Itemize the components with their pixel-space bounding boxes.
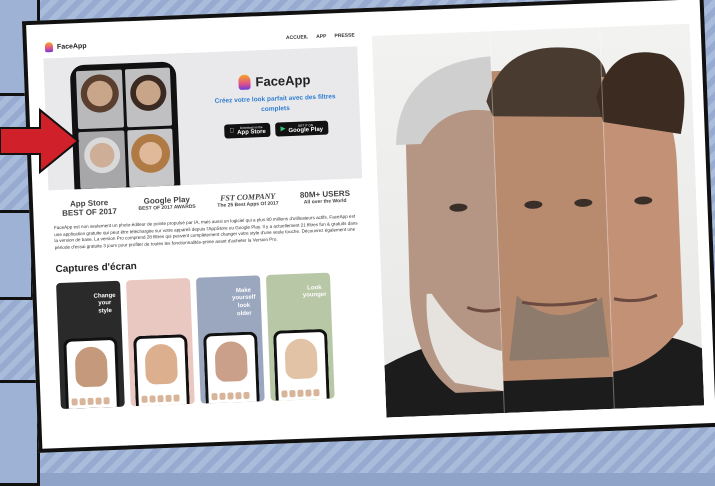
app-store-button[interactable]:  Download on theApp Store — [224, 122, 271, 139]
award-sub: All over the World — [303, 197, 347, 206]
screenshots-row: Change your style Make yourself look old… — [50, 271, 373, 409]
award-sub: BEST OF 2017 AWARDS — [138, 203, 196, 212]
tagline: Créez votre look parfait avec des filtre… — [214, 93, 336, 113]
award-app-store: App Store BEST OF 2017 — [62, 198, 117, 218]
bg-panel — [0, 380, 40, 486]
face-old-man — [78, 129, 126, 190]
face-glasses-man — [124, 67, 173, 127]
faceapp-logo-icon — [238, 74, 251, 90]
shot-caption: Look younger — [302, 284, 327, 300]
award-users: 80M+ USERS All over the World — [300, 189, 351, 206]
screenshot-thumb[interactable]: Change your style — [56, 280, 125, 409]
award-fast-company: FST COMPANY The 25 Best Apps Of 2017 — [217, 192, 279, 209]
nav-links: ACCUEIL APP PRESSE — [286, 32, 355, 41]
screenshot-thumb[interactable]: Look younger — [265, 272, 335, 401]
shot-caption: Change your style — [93, 292, 116, 315]
app-store-label: App Store — [234, 128, 266, 136]
store-buttons:  Download on theApp Store ▶ GET IT ONGo… — [206, 119, 346, 139]
play-icon: ▶ — [278, 126, 286, 133]
screenshot-thumb[interactable] — [125, 277, 195, 406]
brand-name: FaceApp — [56, 42, 87, 51]
screenshot-card: FaceApp ACCUEIL APP PRESSE FaceApp Créez… — [21, 0, 715, 453]
face-young-man — [75, 69, 124, 129]
google-play-button[interactable]: ▶ GET IT ON Google Play — [275, 120, 329, 137]
apple-icon:  — [229, 128, 234, 134]
google-play-label: Google Play — [286, 126, 323, 134]
hero-section: FaceApp Créez votre look parfait avec de… — [43, 46, 363, 191]
faceapp-logo-icon — [44, 42, 54, 53]
brand[interactable]: FaceApp — [44, 41, 87, 53]
screenshots-title: Captures d'écran — [55, 260, 137, 275]
award-sub: BEST OF 2017 — [62, 206, 118, 218]
nav-app[interactable]: APP — [316, 34, 327, 40]
nav-accueil[interactable]: ACCUEIL — [286, 34, 308, 41]
award-google-play: Google Play BEST OF 2017 AWARDS — [138, 195, 196, 212]
hero-title: FaceApp — [255, 72, 311, 90]
faceapp-website: FaceApp ACCUEIL APP PRESSE FaceApp Créez… — [40, 24, 374, 445]
face-woman — [126, 128, 175, 188]
shot-caption: Make yourself look older — [231, 287, 256, 318]
nav-presse[interactable]: PRESSE — [334, 32, 355, 39]
aging-face-illustration — [384, 27, 705, 418]
red-arrow-icon — [0, 107, 80, 175]
hero-content: FaceApp Créez votre look parfait avec de… — [204, 71, 346, 139]
phone-mockup — [69, 61, 181, 190]
aging-collage-photo — [371, 23, 705, 418]
screenshot-thumb[interactable]: Make yourself look older — [195, 274, 265, 404]
award-sub: The 25 Best Apps Of 2017 — [217, 200, 279, 209]
